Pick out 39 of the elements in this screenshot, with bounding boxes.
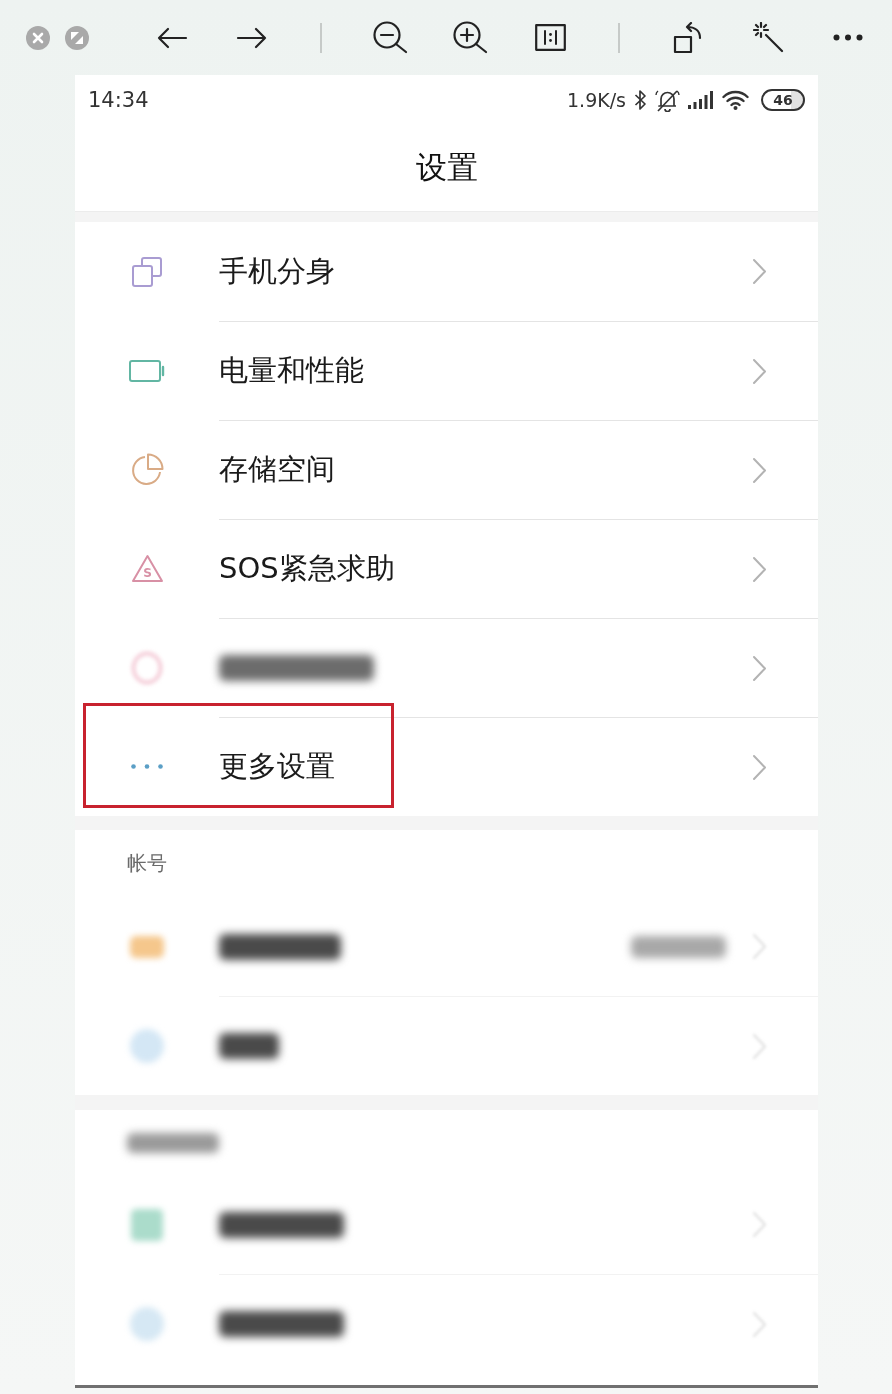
section-header: 帐号 xyxy=(127,850,167,877)
blurred-icon xyxy=(130,1306,164,1341)
battery-level: 46 xyxy=(761,89,805,111)
magic-wand-icon[interactable] xyxy=(752,22,784,53)
network-speed: 1.9K/s xyxy=(567,89,626,111)
page-title: 设置 xyxy=(415,148,478,187)
chevron-right-icon xyxy=(752,753,767,781)
bluetooth-icon xyxy=(634,89,647,111)
blurred-icon xyxy=(130,1028,164,1063)
status-time: 14:34 xyxy=(88,88,149,112)
settings-item[interactable]: 更多设置 xyxy=(219,747,335,787)
blurred-icon xyxy=(132,651,162,684)
zoom-out-icon[interactable] xyxy=(372,21,408,54)
pie-chart-icon xyxy=(130,452,164,487)
chevron-right-icon xyxy=(752,357,767,385)
muted-bell-icon xyxy=(655,88,680,112)
blurred-text xyxy=(219,1033,279,1059)
blurred-icon xyxy=(130,935,164,958)
wifi-icon xyxy=(722,90,749,110)
actual-size-icon[interactable] xyxy=(534,24,566,51)
battery-icon xyxy=(129,359,165,382)
chevron-right-icon xyxy=(752,456,767,484)
more-dots-icon xyxy=(131,764,163,769)
copy-icon xyxy=(131,255,163,288)
chevron-right-icon xyxy=(752,258,767,285)
rotate-icon[interactable] xyxy=(673,21,703,54)
settings-item[interactable]: 手机分身 xyxy=(219,251,335,292)
warning-triangle-icon: S xyxy=(130,554,164,583)
blurred-icon xyxy=(131,1208,163,1241)
settings-item[interactable]: SOS紧急求助 xyxy=(219,549,395,589)
more-icon[interactable] xyxy=(833,34,863,41)
forward-icon[interactable] xyxy=(236,25,268,50)
zoom-in-icon[interactable] xyxy=(452,21,488,54)
settings-item[interactable]: 存储空间 xyxy=(219,450,335,490)
settings-item[interactable]: 电量和性能 xyxy=(219,351,364,391)
back-icon[interactable] xyxy=(156,25,188,50)
chevron-right-icon xyxy=(752,555,767,583)
chevron-right-icon xyxy=(752,654,767,682)
signal-icon xyxy=(688,91,714,109)
